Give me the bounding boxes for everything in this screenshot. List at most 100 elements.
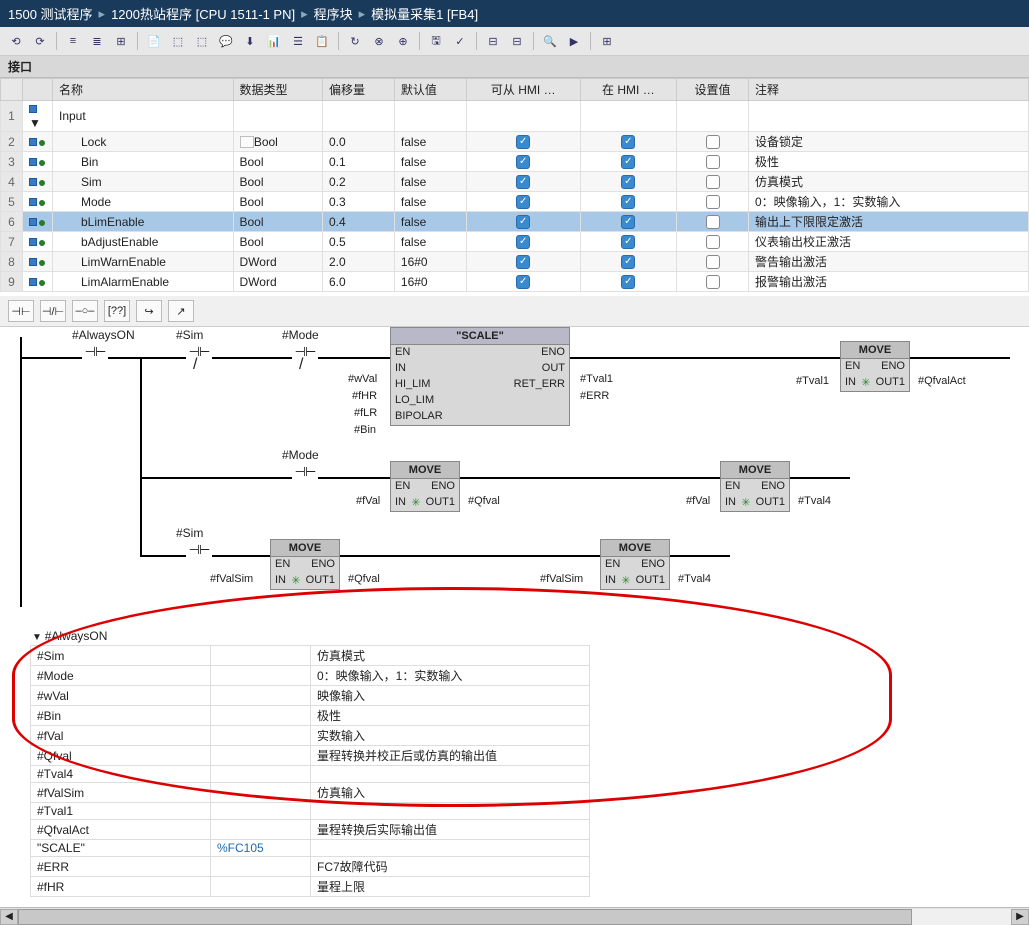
move-block-1[interactable]: MOVE ENENO IN✳OUT1 (840, 341, 910, 392)
checkbox[interactable] (621, 135, 635, 149)
checkbox[interactable] (621, 215, 635, 229)
breadcrumb-item[interactable]: 程序块 (314, 4, 353, 23)
checkbox[interactable] (621, 275, 635, 289)
checkbox[interactable] (516, 195, 530, 209)
varlist-row[interactable]: "SCALE"%FC105 (31, 840, 590, 857)
table-row[interactable]: 9 LimAlarmEnable DWord 6.0 16#0 报警输出激活 (1, 272, 1029, 292)
tb-btn[interactable]: 🖫 (426, 31, 446, 51)
checkbox[interactable] (706, 195, 720, 209)
tb-btn[interactable]: ↻ (345, 31, 365, 51)
move-block-3[interactable]: MOVE ENENO IN✳OUT1 (720, 461, 790, 512)
table-row[interactable]: 3 Bin Bool 0.1 false 极性 (1, 152, 1029, 172)
move-block-2[interactable]: MOVE ENENO IN✳OUT1 (390, 461, 460, 512)
breadcrumb-item[interactable]: 1200热站程序 [CPU 1511-1 PN] (111, 4, 295, 23)
varlist-row[interactable]: #Sim仿真模式 (31, 646, 590, 666)
scroll-thumb[interactable] (18, 909, 912, 925)
checkbox[interactable] (516, 155, 530, 169)
checkbox[interactable] (621, 175, 635, 189)
tb-btn[interactable]: ✓ (450, 31, 470, 51)
scroll-right[interactable]: ▶ (1011, 909, 1029, 925)
contact-sim-nc[interactable]: #Sim/ (186, 344, 212, 360)
checkbox[interactable] (621, 155, 635, 169)
lad-box[interactable]: [??] (104, 300, 130, 322)
varlist-toggle[interactable]: #AlwaysON (30, 627, 1009, 645)
lad-contact-nc[interactable]: ⊣/⊢ (40, 300, 66, 322)
col-dtype[interactable]: 数据类型 (233, 79, 323, 101)
tb-btn[interactable]: ⟲ (6, 31, 26, 51)
contact-alwayson[interactable]: #AlwaysON (82, 344, 108, 360)
tb-btn[interactable]: 📋 (312, 31, 332, 51)
col-name[interactable]: 名称 (53, 79, 234, 101)
checkbox[interactable] (621, 255, 635, 269)
checkbox[interactable] (706, 175, 720, 189)
varlist-row[interactable]: #Qfval量程转换并校正后或仿真的输出值 (31, 746, 590, 766)
contact-mode-nc[interactable]: #Mode/ (292, 344, 318, 360)
varlist-row[interactable]: #fValSim仿真输入 (31, 783, 590, 803)
varlist-row[interactable]: #Tval1 (31, 803, 590, 820)
checkbox[interactable] (706, 155, 720, 169)
breadcrumb-item[interactable]: 1500 测试程序 (8, 4, 93, 23)
varlist-row[interactable]: #Bin极性 (31, 706, 590, 726)
checkbox[interactable] (516, 135, 530, 149)
tb-btn[interactable]: ⬚ (192, 31, 212, 51)
table-row[interactable]: 8 LimWarnEnable DWord 2.0 16#0 警告输出激活 (1, 252, 1029, 272)
checkbox[interactable] (706, 135, 720, 149)
tb-btn[interactable]: ⬇ (240, 31, 260, 51)
tb-btn[interactable]: ⊞ (597, 31, 617, 51)
table-row[interactable]: 4 Sim Bool 0.2 false 仿真模式 (1, 172, 1029, 192)
tb-btn[interactable]: ⊟ (483, 31, 503, 51)
checkbox[interactable] (706, 215, 720, 229)
ladder-network[interactable]: #AlwaysON #Sim/ #Mode/ "SCALE" ENENO INO… (0, 327, 1029, 617)
lad-open[interactable]: ↗ (168, 300, 194, 322)
contact-mode-2[interactable]: #Mode (292, 464, 318, 480)
checkbox[interactable] (706, 235, 720, 249)
lad-coil[interactable]: –○– (72, 300, 98, 322)
tb-btn[interactable]: ⟳ (30, 31, 50, 51)
varlist-row[interactable]: #ERRFC7故障代码 (31, 857, 590, 877)
scroll-left[interactable]: ◀ (0, 909, 18, 925)
col-hmi2[interactable]: 在 HMI … (580, 79, 676, 101)
varlist-row[interactable]: #QfvalAct量程转换后实际输出值 (31, 820, 590, 840)
checkbox[interactable] (706, 275, 720, 289)
move-block-4[interactable]: MOVE ENENO IN✳OUT1 (270, 539, 340, 590)
col-comment[interactable]: 注释 (749, 79, 1029, 101)
move-block-5[interactable]: MOVE ENENO IN✳OUT1 (600, 539, 670, 590)
table-row[interactable]: 5 Mode Bool 0.3 false 0：映像输入，1：实数输入 (1, 192, 1029, 212)
varlist-row[interactable]: #wVal映像输入 (31, 686, 590, 706)
table-row[interactable]: 1 ▼ Input (1, 101, 1029, 132)
varlist-row[interactable]: #fVal实数输入 (31, 726, 590, 746)
checkbox[interactable] (516, 235, 530, 249)
checkbox[interactable] (516, 275, 530, 289)
checkbox[interactable] (706, 255, 720, 269)
tb-btn[interactable]: ≡ (63, 31, 83, 51)
tb-btn[interactable]: ⊕ (393, 31, 413, 51)
tb-btn[interactable]: ⊗ (369, 31, 389, 51)
varlist-row[interactable]: #fHR量程上限 (31, 877, 590, 897)
checkbox[interactable] (516, 175, 530, 189)
tb-btn[interactable]: ▶ (564, 31, 584, 51)
table-row[interactable]: 6 bLimEnable Bool 0.4 false 输出上下限限定激活 (1, 212, 1029, 232)
tb-btn[interactable]: ⬚ (168, 31, 188, 51)
tb-btn[interactable]: ⊟ (507, 31, 527, 51)
tb-btn[interactable]: ⊞ (111, 31, 131, 51)
tb-btn[interactable]: ≣ (87, 31, 107, 51)
lad-branch[interactable]: ↪ (136, 300, 162, 322)
checkbox[interactable] (621, 195, 635, 209)
horizontal-scrollbar[interactable]: ◀ ▶ (0, 907, 1029, 925)
scale-block[interactable]: "SCALE" ENENO INOUT HI_LIMRET_ERR LO_LIM… (390, 327, 570, 426)
tb-btn[interactable]: 📊 (264, 31, 284, 51)
col-setval[interactable]: 设置值 (677, 79, 749, 101)
tb-btn[interactable]: 🔍 (540, 31, 560, 51)
checkbox[interactable] (621, 235, 635, 249)
col-default[interactable]: 默认值 (394, 79, 466, 101)
table-row[interactable]: 7 bAdjustEnable Bool 0.5 false 仪表输出校正激活 (1, 232, 1029, 252)
lad-contact-no[interactable]: ⊣⊢ (8, 300, 34, 322)
checkbox[interactable] (516, 215, 530, 229)
breadcrumb-item[interactable]: 模拟量采集1 [FB4] (371, 4, 478, 23)
col-hmi1[interactable]: 可从 HMI … (466, 79, 580, 101)
contact-sim-2[interactable]: #Sim (186, 542, 212, 558)
tb-btn[interactable]: 📄 (144, 31, 164, 51)
col-offset[interactable]: 偏移量 (323, 79, 395, 101)
tb-btn[interactable]: ☰ (288, 31, 308, 51)
tb-btn[interactable]: 💬 (216, 31, 236, 51)
